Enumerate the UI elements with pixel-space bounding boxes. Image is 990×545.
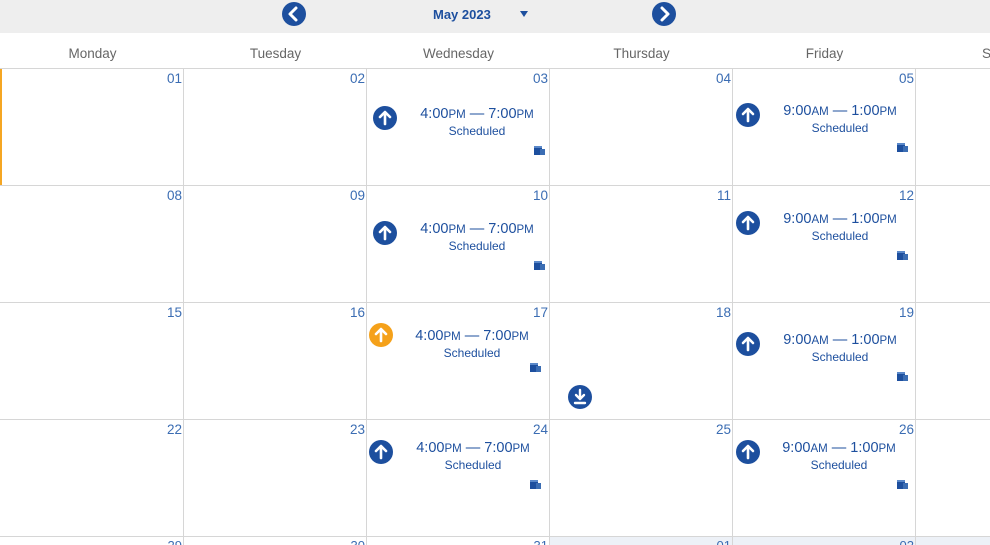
weekday-tuesday: Tuesday [249, 46, 302, 61]
day-number[interactable]: 02 [854, 538, 914, 545]
boxes-icon[interactable] [533, 144, 546, 157]
today-marker [0, 69, 2, 185]
arrow-up-icon[interactable] [736, 440, 760, 464]
grid-divider [183, 69, 184, 545]
grid-divider [0, 185, 990, 186]
boxes-icon[interactable] [533, 259, 546, 272]
appointment-time[interactable]: 4:00PM — 7:00PM [402, 328, 542, 344]
appointment-status: Scheduled [448, 239, 506, 253]
appointment-status: Scheduled [811, 229, 869, 243]
weekday-wednesday: Wednesday [422, 46, 495, 61]
grid-divider [915, 69, 916, 545]
arrow-up-icon[interactable] [369, 323, 393, 347]
appointment-time[interactable]: 4:00PM — 7:00PM [403, 440, 543, 456]
appointment-time[interactable]: 9:00AM — 1:00PM [769, 440, 909, 456]
appointment-status: Scheduled [810, 458, 868, 472]
caret-down-icon[interactable] [520, 11, 528, 17]
appointment-status: Scheduled [448, 124, 506, 138]
boxes-icon[interactable] [896, 141, 909, 154]
grid-divider [0, 419, 990, 420]
appointment-time[interactable]: 9:00AM — 1:00PM [770, 332, 910, 348]
calendar-toolbar: May 2023 [0, 0, 990, 33]
weekday-friday: Friday [805, 46, 844, 61]
arrow-up-icon[interactable] [369, 440, 393, 464]
day-number[interactable]: 09 [305, 188, 365, 203]
day-number[interactable]: 02 [305, 71, 365, 86]
day-number[interactable]: 17 [488, 305, 548, 320]
arrow-up-icon[interactable] [736, 332, 760, 356]
appointment-time[interactable]: 9:00AM — 1:00PM [770, 211, 910, 227]
day-number[interactable]: 23 [305, 422, 365, 437]
day-number[interactable]: 08 [122, 188, 182, 203]
appointment-status: Scheduled [444, 458, 502, 472]
boxes-icon[interactable] [529, 361, 542, 374]
next-month-button[interactable] [652, 2, 676, 26]
grid-divider [366, 69, 367, 545]
appointment-status: Scheduled [443, 346, 501, 360]
day-number[interactable]: 05 [854, 71, 914, 86]
day-number[interactable]: 10 [488, 188, 548, 203]
day-number[interactable]: 25 [671, 422, 731, 437]
grid-divider [732, 69, 733, 545]
prev-month-button[interactable] [282, 2, 306, 26]
day-number[interactable]: 19 [854, 305, 914, 320]
day-number[interactable]: 31 [488, 538, 548, 545]
next-month-cells [550, 537, 990, 545]
appointment-time[interactable]: 9:00AM — 1:00PM [770, 103, 910, 119]
appointment-time[interactable]: 4:00PM — 7:00PM [407, 221, 547, 237]
appointment-status: Scheduled [811, 350, 869, 364]
grid-divider [0, 302, 990, 303]
arrow-up-icon[interactable] [736, 211, 760, 235]
weekday-monday: Monday [68, 46, 117, 61]
arrow-up-icon[interactable] [373, 221, 397, 245]
day-number[interactable]: 03 [488, 71, 548, 86]
month-grid: 01 02 03 04 05 08 09 10 11 12 15 16 17 1… [0, 69, 990, 545]
boxes-icon[interactable] [896, 370, 909, 383]
download-icon[interactable] [568, 385, 592, 409]
weekday-thursday: Thursday [613, 46, 670, 61]
month-selector[interactable]: May 2023 [433, 7, 491, 22]
day-number[interactable]: 16 [305, 305, 365, 320]
boxes-icon[interactable] [896, 478, 909, 491]
day-number[interactable]: 12 [854, 188, 914, 203]
day-number[interactable]: 30 [305, 538, 365, 545]
arrow-up-icon[interactable] [736, 103, 760, 127]
boxes-icon[interactable] [896, 249, 909, 262]
day-number[interactable]: 24 [488, 422, 548, 437]
boxes-icon[interactable] [529, 478, 542, 491]
arrow-up-icon[interactable] [373, 106, 397, 130]
day-number[interactable]: 26 [854, 422, 914, 437]
appointment-status: Scheduled [811, 121, 869, 135]
day-number[interactable]: 11 [671, 188, 731, 203]
chevron-left-icon [288, 6, 298, 22]
chevron-right-icon [660, 6, 670, 22]
day-number[interactable]: 29 [122, 538, 182, 545]
day-number[interactable]: 15 [122, 305, 182, 320]
weekday-header: Monday Tuesday Wednesday Thursday Friday… [0, 33, 990, 69]
day-number[interactable]: 04 [671, 71, 731, 86]
grid-divider [549, 69, 550, 545]
appointment-time[interactable]: 4:00PM — 7:00PM [407, 106, 547, 122]
grid-divider [0, 536, 990, 537]
day-number[interactable]: 01 [671, 538, 731, 545]
day-number[interactable]: 22 [122, 422, 182, 437]
weekday-saturday: Sa [982, 46, 990, 61]
day-number[interactable]: 01 [122, 71, 182, 86]
day-number[interactable]: 18 [671, 305, 731, 320]
